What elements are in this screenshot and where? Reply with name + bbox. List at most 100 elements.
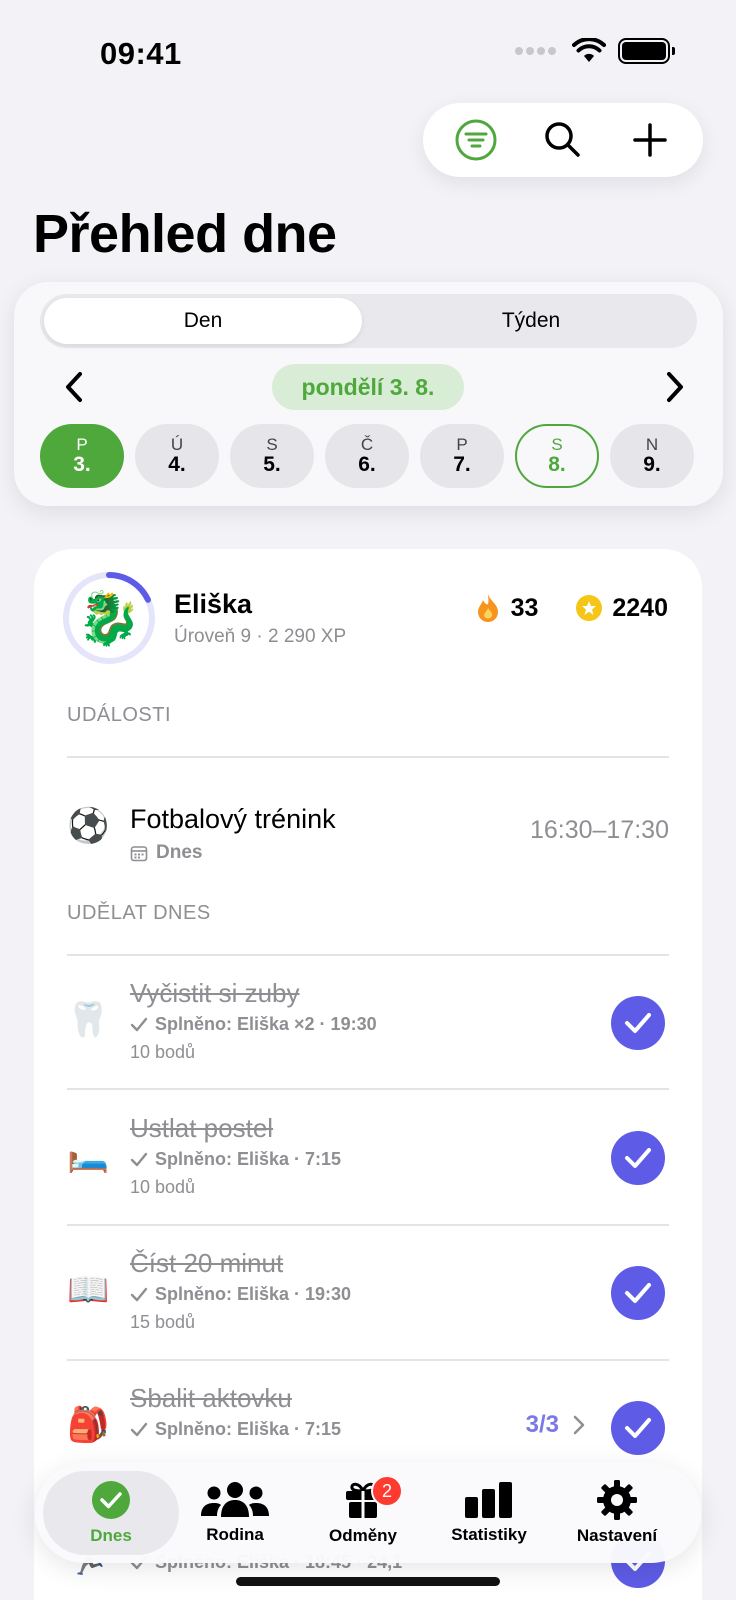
date-navigation: pondělí 3. 8. [14, 362, 723, 412]
tab-statistics[interactable]: Statistiky [421, 1471, 557, 1555]
day-chip[interactable]: Č 6. [325, 424, 409, 488]
task-points: 10 bodů [130, 1177, 196, 1197]
search-icon [545, 122, 580, 157]
task-title: Ustlat postel [130, 1113, 274, 1143]
star-coin-icon [576, 595, 603, 621]
day-letter: Č [360, 435, 374, 455]
task-row[interactable]: 🦷 Vyčistit si zuby Splněno: Eliška ×2 · … [67, 956, 669, 1088]
day-number: 4. [168, 452, 186, 476]
day-letter: P [76, 435, 88, 455]
checkmark-icon [130, 1017, 148, 1031]
day-chip[interactable]: S 5. [230, 424, 314, 488]
child-level: Úroveň 9 · 2 290 XP [174, 626, 347, 647]
task-completed-info: Splněno: Eliška · 19:30 [130, 1284, 351, 1305]
tab-bar: Dnes Rodina 2 Odměny Statistiky Nastaven… [35, 1463, 701, 1563]
checkmark-icon [625, 1418, 651, 1438]
task-points: 15 bodů [130, 1312, 196, 1332]
tab-settings[interactable]: Nastavení [549, 1471, 685, 1555]
task-subtasks-progress[interactable]: 3/3 [526, 1411, 585, 1439]
status-time: 09:41 [100, 36, 182, 71]
book-icon: 📖 [67, 1271, 110, 1309]
backpack-icon: 🎒 [67, 1406, 110, 1444]
dragon-avatar-icon: 🐉 [76, 589, 142, 648]
home-indicator [236, 1577, 500, 1586]
tooth-icon: 🦷 [67, 1001, 110, 1039]
people-icon [201, 1482, 269, 1517]
toolbar [423, 103, 703, 177]
event-title: Fotbalový trénink [130, 804, 336, 834]
previous-day-button[interactable] [54, 362, 94, 412]
day-chip[interactable]: P 7. [420, 424, 504, 488]
next-day-button[interactable] [655, 362, 695, 412]
task-row[interactable]: 📖 Číst 20 minut Splněno: Eliška · 19:30 … [67, 1226, 669, 1358]
task-row[interactable]: 🛏️ Ustlat postel Splněno: Eliška · 7:15 … [67, 1091, 669, 1223]
divider [67, 1088, 669, 1090]
calendar-icon [130, 846, 148, 862]
checkmark-icon [625, 1013, 651, 1033]
segment-week[interactable]: Týden [370, 298, 692, 344]
day-chip[interactable]: P 3. [40, 424, 124, 488]
coin-count: 2240 [612, 593, 668, 622]
tasks-section-label: UDĚLAT DNES [67, 902, 211, 924]
tab-rewards[interactable]: 2 Odměny [295, 1471, 431, 1555]
gear-icon [597, 1480, 637, 1520]
tab-label: Odměny [328, 1526, 398, 1545]
cellular-signal-icon [515, 47, 556, 55]
chevron-left-icon [66, 372, 82, 402]
event-when: Dnes [130, 842, 202, 864]
task-done-text: Splněno: Eliška ×2 · 19:30 [155, 1014, 377, 1034]
task-complete-toggle[interactable] [611, 1266, 665, 1320]
day-letter: S [266, 435, 278, 455]
divider [67, 756, 669, 758]
tab-today[interactable]: Dnes [43, 1471, 179, 1555]
task-title: Číst 20 minut [130, 1248, 284, 1278]
day-number: 5. [263, 452, 281, 476]
week-days-row: P 3. Ú 4. S 5. Č 6. P 7. S 8. N 9. [40, 424, 694, 488]
view-segmented-control: Den Týden [40, 294, 697, 348]
segment-day[interactable]: Den [44, 298, 362, 344]
add-button[interactable] [620, 110, 680, 170]
filter-button[interactable] [446, 110, 506, 170]
tab-label: Rodina [206, 1525, 264, 1544]
wifi-icon [572, 38, 606, 62]
event-when-label: Dnes [156, 842, 203, 863]
checkmark-icon [130, 1422, 148, 1436]
events-section-label: UDÁLOSTI [67, 704, 172, 726]
day-chip[interactable]: Ú 4. [135, 424, 219, 488]
child-name: Eliška [174, 589, 253, 619]
soccer-ball-icon: ⚽ [67, 807, 110, 845]
task-points: 10 bodů [130, 1042, 196, 1062]
checkmark-icon [130, 1287, 148, 1301]
task-done-text: Splněno: Eliška · 7:15 [155, 1419, 342, 1439]
day-number: 3. [73, 452, 91, 476]
task-done-text: Splněno: Eliška · 7:15 [155, 1149, 342, 1169]
event-time: 16:30–17:30 [529, 816, 669, 844]
day-chip[interactable]: N 9. [610, 424, 694, 488]
search-button[interactable] [533, 110, 593, 170]
day-letter: Ú [170, 435, 184, 455]
tab-label: Dnes [90, 1526, 132, 1545]
checkmark-icon [625, 1283, 651, 1303]
day-number: 7. [453, 452, 471, 476]
day-letter: P [456, 435, 468, 455]
event-row[interactable]: ⚽ Fotbalový trénink Dnes 16:30–17:30 [67, 804, 669, 884]
day-chip[interactable]: S 8. [515, 424, 599, 488]
task-complete-toggle[interactable] [611, 1401, 665, 1455]
bed-icon: 🛏️ [67, 1136, 110, 1174]
avatar[interactable]: 🐉 [62, 571, 156, 665]
child-day-card: 🐉 Eliška Úroveň 9 · 2 290 XP 33 2240 UDÁ… [34, 549, 702, 1600]
task-complete-toggle[interactable] [611, 996, 665, 1050]
task-complete-toggle[interactable] [611, 1131, 665, 1185]
filter-icon [455, 119, 497, 161]
rewards-badge: 2 [371, 1475, 403, 1507]
chevron-right-icon [667, 372, 683, 402]
task-done-text: Splněno: Eliška · 19:30 [155, 1284, 352, 1304]
day-letter: N [645, 435, 659, 455]
task-title: Sbalit aktovku [130, 1383, 292, 1413]
chevron-right-icon [573, 1415, 585, 1435]
current-date-chip[interactable]: pondělí 3. 8. [272, 364, 464, 410]
battery-icon [618, 38, 675, 64]
tab-family[interactable]: Rodina [167, 1471, 303, 1555]
checkmark-icon [130, 1152, 148, 1166]
status-indicators [515, 38, 675, 64]
